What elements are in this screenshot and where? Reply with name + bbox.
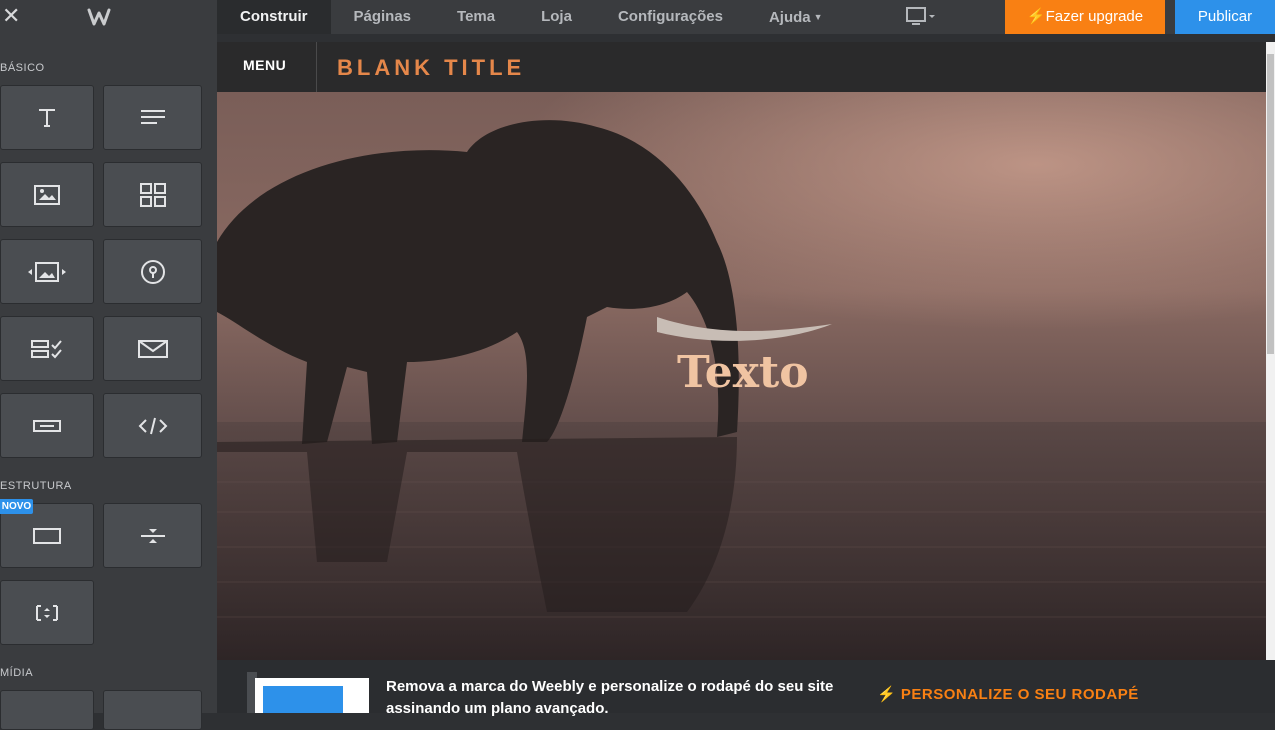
page-scrollbar[interactable] [1266, 42, 1275, 660]
tab-configuracoes[interactable]: Configurações [595, 0, 746, 34]
site-title[interactable]: BLANK TITLE [337, 55, 525, 81]
section-label-basic: BÁSICO [0, 62, 45, 74]
elements-sidebar: BÁSICO ESTRUTURA NOVO MÍDIA [0, 34, 217, 730]
site-menu-label[interactable]: MENU [243, 57, 286, 73]
tab-ajuda[interactable]: Ajuda ▼ [746, 0, 846, 34]
hero-section[interactable]: Texto [217, 92, 1266, 660]
header-divider [316, 42, 317, 92]
spacer-icon [36, 604, 58, 621]
element-text[interactable] [103, 85, 202, 150]
tab-paginas[interactable]: Páginas [331, 0, 435, 34]
section-box-icon [33, 527, 61, 544]
code-icon [138, 417, 167, 434]
element-gallery[interactable] [103, 162, 202, 227]
gallery-grid-icon [139, 182, 166, 207]
element-media-1[interactable] [0, 690, 94, 730]
form-icon [31, 339, 62, 358]
personalize-footer-link[interactable]: ⚡ PERSONALIZE O SEU RODAPÉ [877, 685, 1139, 703]
element-image[interactable] [0, 162, 94, 227]
hero-text[interactable]: Texto [677, 347, 809, 398]
element-button[interactable] [0, 393, 94, 458]
element-title[interactable] [0, 85, 94, 150]
promo-message: Remova a marca do Weebly e personalize o… [386, 678, 834, 717]
new-badge: NOVO [0, 499, 33, 514]
slideshow-icon [28, 261, 66, 282]
map-pin-icon [140, 259, 165, 284]
upgrade-button[interactable]: ⚡Fazer upgrade [1005, 0, 1165, 34]
close-icon[interactable]: ✕ [2, 5, 20, 27]
section-label-media: MÍDIA [0, 667, 34, 679]
section-label-structure: ESTRUTURA [0, 480, 72, 492]
button-icon [33, 419, 61, 432]
top-bar: ✕ Construir Páginas Tema Loja Configuraç… [0, 0, 1275, 34]
promo-thumbnail [255, 678, 369, 713]
weebly-logo-icon[interactable] [86, 6, 112, 28]
envelope-icon [137, 339, 168, 358]
publish-button[interactable]: Publicar [1175, 0, 1275, 34]
image-icon [34, 184, 60, 205]
tab-tema[interactable]: Tema [434, 0, 518, 34]
element-media-2[interactable] [103, 690, 202, 730]
promo-thumbnail-preview [263, 686, 343, 713]
element-contact-form[interactable] [103, 316, 202, 381]
main-nav: Construir Páginas Tema Loja Configuraçõe… [217, 0, 846, 34]
lightning-icon: ⚡ [1026, 8, 1046, 25]
element-spacer[interactable] [0, 580, 94, 645]
element-divider[interactable] [103, 503, 202, 568]
text-t-icon [39, 108, 55, 127]
element-slideshow[interactable] [0, 239, 94, 304]
tab-construir[interactable]: Construir [217, 0, 331, 34]
element-form[interactable] [0, 316, 94, 381]
element-embed-code[interactable] [103, 393, 202, 458]
paragraph-icon [140, 109, 165, 124]
scrollbar-thumb[interactable] [1267, 54, 1274, 354]
chevron-down-icon: ▼ [813, 12, 823, 22]
device-preview-icon[interactable] [905, 6, 937, 28]
footer-promo-banner: Remova a marca do Weebly e personalize o… [217, 660, 1275, 717]
site-header: MENU BLANK TITLE [217, 42, 1266, 92]
tab-loja[interactable]: Loja [518, 0, 595, 34]
element-map[interactable] [103, 239, 202, 304]
divider-icon [140, 528, 165, 543]
lightning-icon: ⚡ [877, 686, 897, 703]
